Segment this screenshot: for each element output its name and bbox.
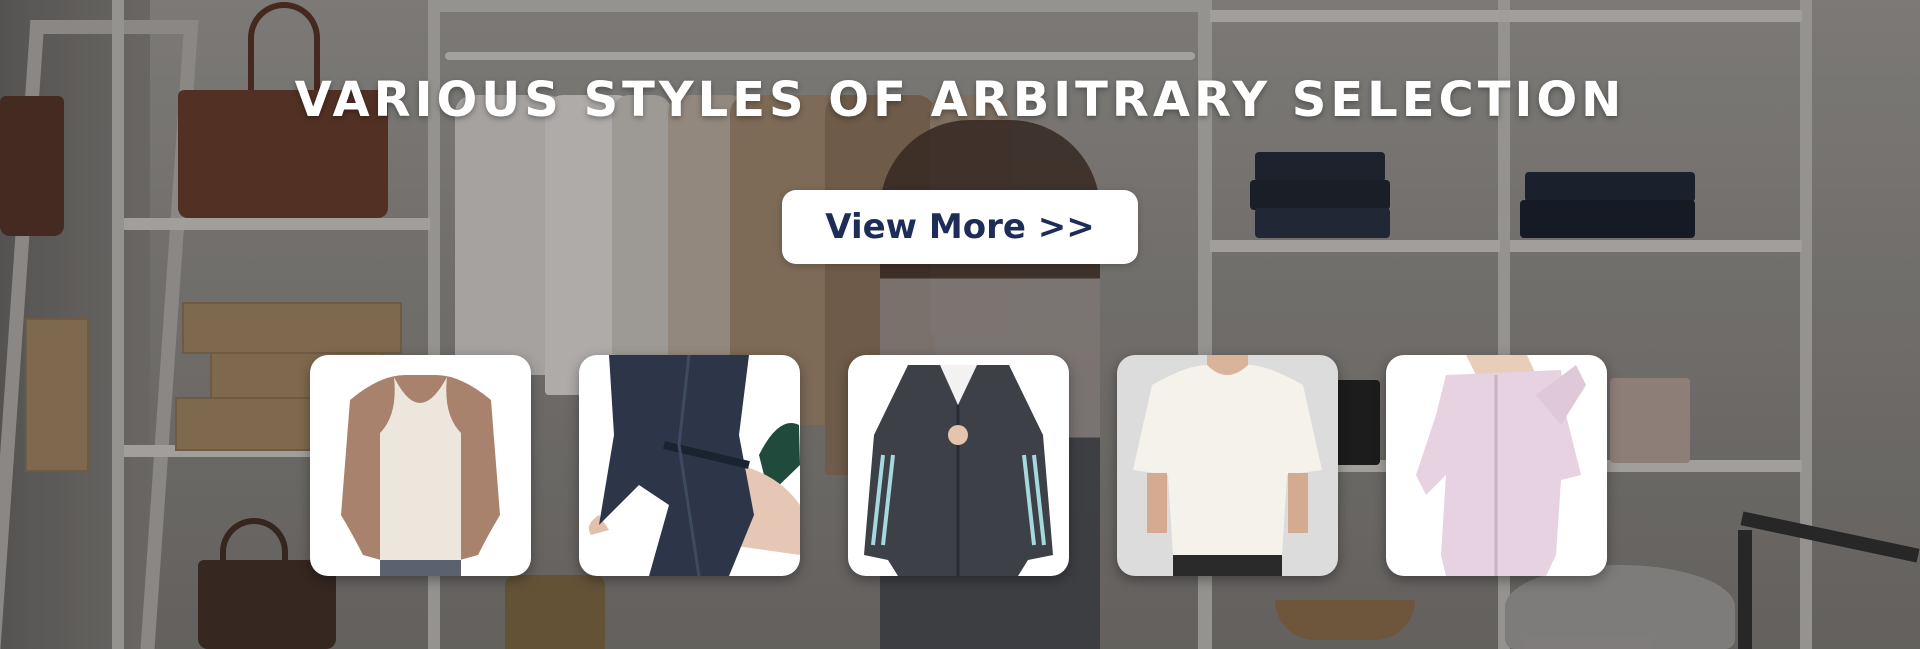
robe-image	[579, 355, 800, 576]
product-card-row	[310, 355, 1607, 576]
product-card-tank-top[interactable]	[310, 355, 531, 576]
jacket-image	[1386, 355, 1607, 576]
product-card-hoodie[interactable]	[848, 355, 1069, 576]
tshirt-image	[1117, 355, 1338, 576]
view-more-button[interactable]: View More >>	[782, 190, 1138, 264]
product-card-robe[interactable]	[579, 355, 800, 576]
product-card-tshirt[interactable]	[1117, 355, 1338, 576]
banner-headline: VARIOUS STYLES OF ARBITRARY SELECTION	[294, 72, 1626, 128]
product-card-jacket[interactable]	[1386, 355, 1607, 576]
hoodie-image	[848, 355, 1069, 576]
tank-top-image	[310, 355, 531, 576]
hero-banner: VARIOUS STYLES OF ARBITRARY SELECTION Vi…	[0, 0, 1920, 649]
